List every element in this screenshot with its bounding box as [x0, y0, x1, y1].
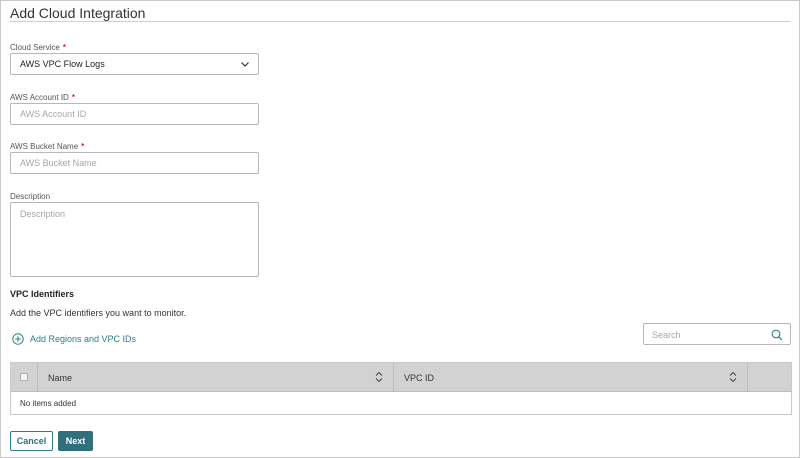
search-input[interactable]	[652, 327, 767, 342]
cloud-service-label: Cloud Service *	[10, 43, 66, 52]
bucket-name-label: AWS Bucket Name *	[10, 142, 84, 151]
cloud-service-label-text: Cloud Service	[10, 43, 60, 52]
add-regions-label: Add Regions and VPC IDs	[30, 334, 137, 344]
table-header: Name VPC ID	[11, 363, 791, 392]
plus-circle-icon	[12, 333, 24, 345]
sort-icon[interactable]	[375, 371, 383, 383]
account-id-input[interactable]	[10, 103, 259, 125]
search-box[interactable]	[643, 323, 791, 345]
column-header-vpc-id-label: VPC ID	[404, 373, 435, 383]
description-textarea[interactable]	[10, 202, 259, 277]
column-header-name[interactable]: Name	[38, 363, 394, 391]
required-marker: *	[81, 142, 85, 151]
required-marker: *	[62, 43, 66, 52]
select-all-column	[11, 363, 38, 391]
select-all-checkbox[interactable]	[20, 373, 28, 381]
sort-icon[interactable]	[729, 371, 737, 383]
vpc-section-description: Add the VPC identifiers you want to moni…	[10, 308, 187, 318]
search-icon[interactable]	[771, 329, 783, 341]
cloud-service-value: AWS VPC Flow Logs	[20, 59, 105, 69]
description-label: Description	[10, 192, 50, 201]
vpc-section-title: VPC Identifiers	[10, 289, 75, 299]
add-regions-link[interactable]: Add Regions and VPC IDs	[12, 332, 136, 346]
column-header-actions	[748, 363, 792, 391]
account-id-label: AWS Account ID *	[10, 93, 75, 102]
page-title: Add Cloud Integration	[10, 5, 146, 21]
column-header-vpc-id[interactable]: VPC ID	[394, 363, 748, 391]
bucket-name-label-text: AWS Bucket Name	[10, 142, 79, 151]
chevron-down-icon	[241, 62, 249, 67]
cloud-service-select[interactable]: AWS VPC Flow Logs	[10, 53, 259, 75]
description-label-text: Description	[10, 192, 51, 201]
column-header-name-label: Name	[48, 373, 73, 383]
required-marker: *	[71, 93, 75, 102]
account-id-label-text: AWS Account ID	[10, 93, 69, 102]
title-divider	[10, 21, 790, 22]
table-body: No items added	[11, 392, 791, 414]
vpc-table: Name VPC ID No items added	[10, 362, 792, 415]
cancel-button[interactable]: Cancel	[10, 431, 53, 451]
next-button[interactable]: Next	[58, 431, 93, 451]
bucket-name-input[interactable]	[10, 152, 259, 174]
empty-table-message: No items added	[20, 399, 77, 408]
